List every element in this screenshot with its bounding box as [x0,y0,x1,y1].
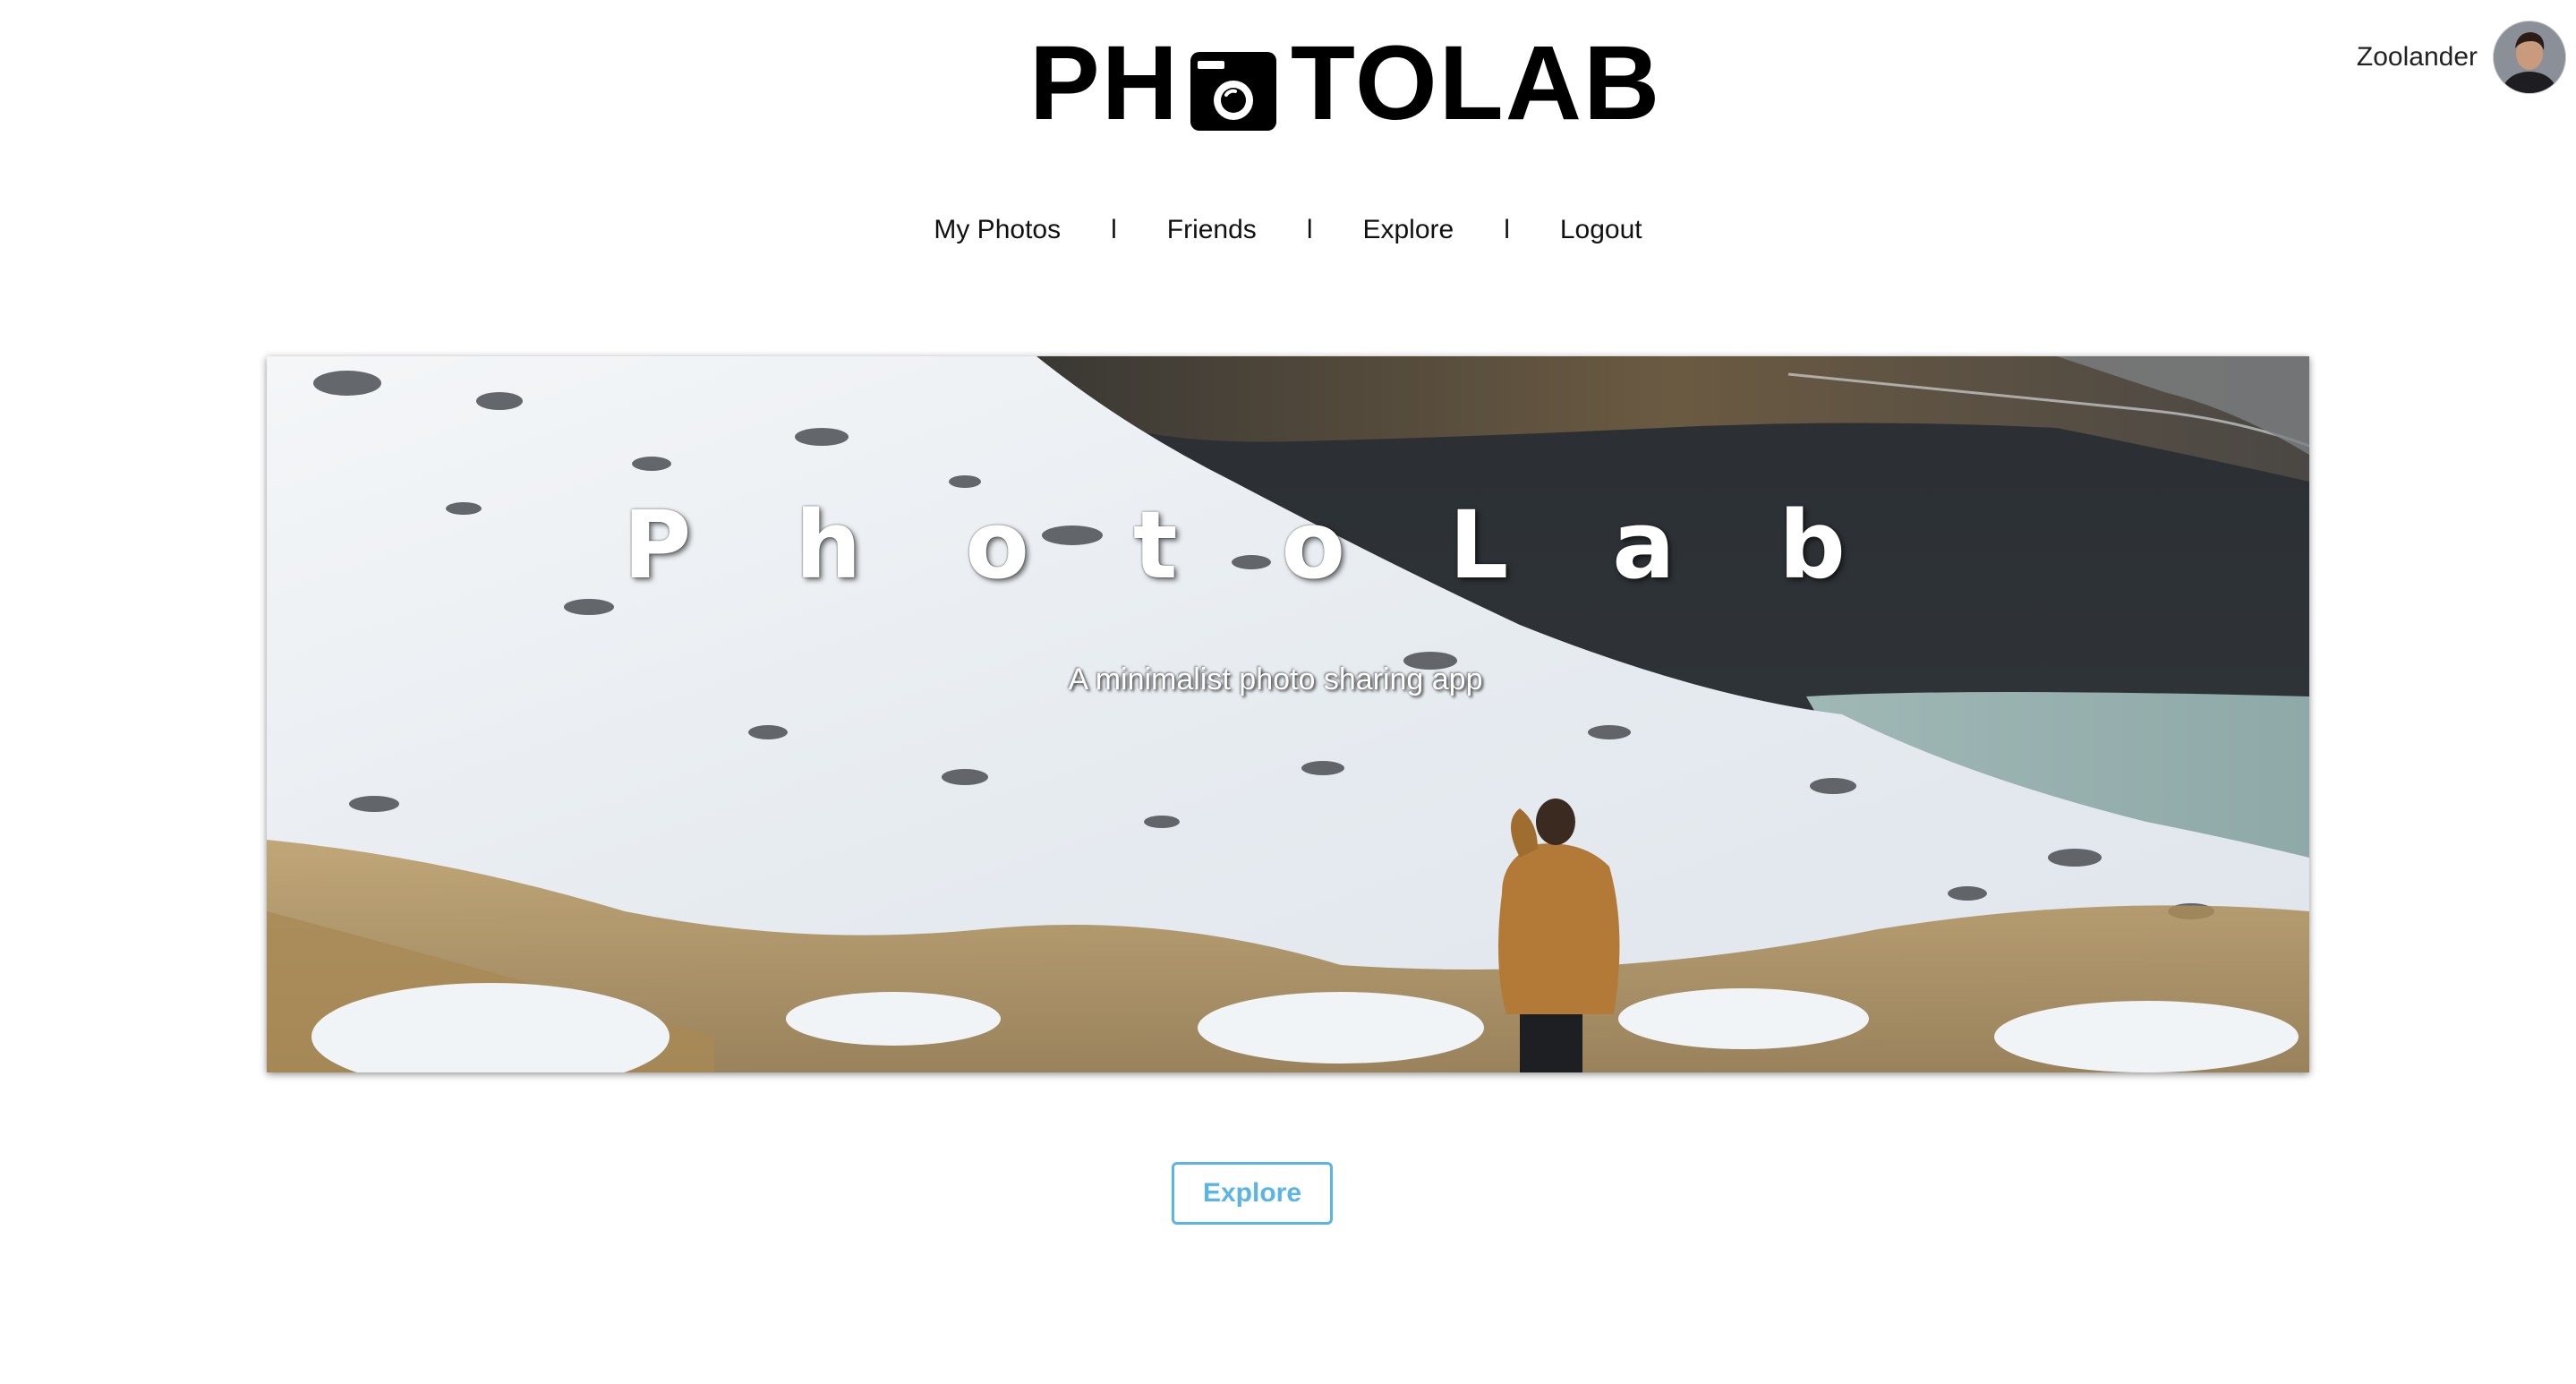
logo-text-left: PH [1029,24,1180,142]
nav-explore[interactable]: Explore [1353,215,1463,245]
hero-title: PhotoLab [623,491,1949,600]
nav-logout[interactable]: Logout [1551,215,1651,245]
main-nav: My Photos l Friends l Explore l Logout [0,215,2576,245]
nav-friends[interactable]: Friends [1158,215,1266,245]
hero-subtitle: A minimalist photo sharing app [1068,662,1483,696]
hero-banner: PhotoLab A minimalist photo sharing app [267,356,2309,1072]
username[interactable]: Zoolander [2357,42,2478,73]
nav-separator: l [1504,215,1510,244]
site-logo[interactable]: PH TOLAB [1029,30,1661,136]
page: PH TOLAB Zoolander My Photos l Friends l… [0,0,2576,1384]
user-menu[interactable]: Zoolander [2357,21,2565,93]
nav-separator: l [1306,215,1313,244]
logo-text-right: TOLAB [1290,24,1662,142]
nav-my-photos[interactable]: My Photos [925,215,1070,245]
camera-icon [1189,44,1278,131]
explore-button[interactable]: Explore [1172,1162,1333,1225]
hero-image [267,356,2309,1072]
user-avatar[interactable] [2494,21,2565,93]
nav-separator: l [1111,215,1117,244]
